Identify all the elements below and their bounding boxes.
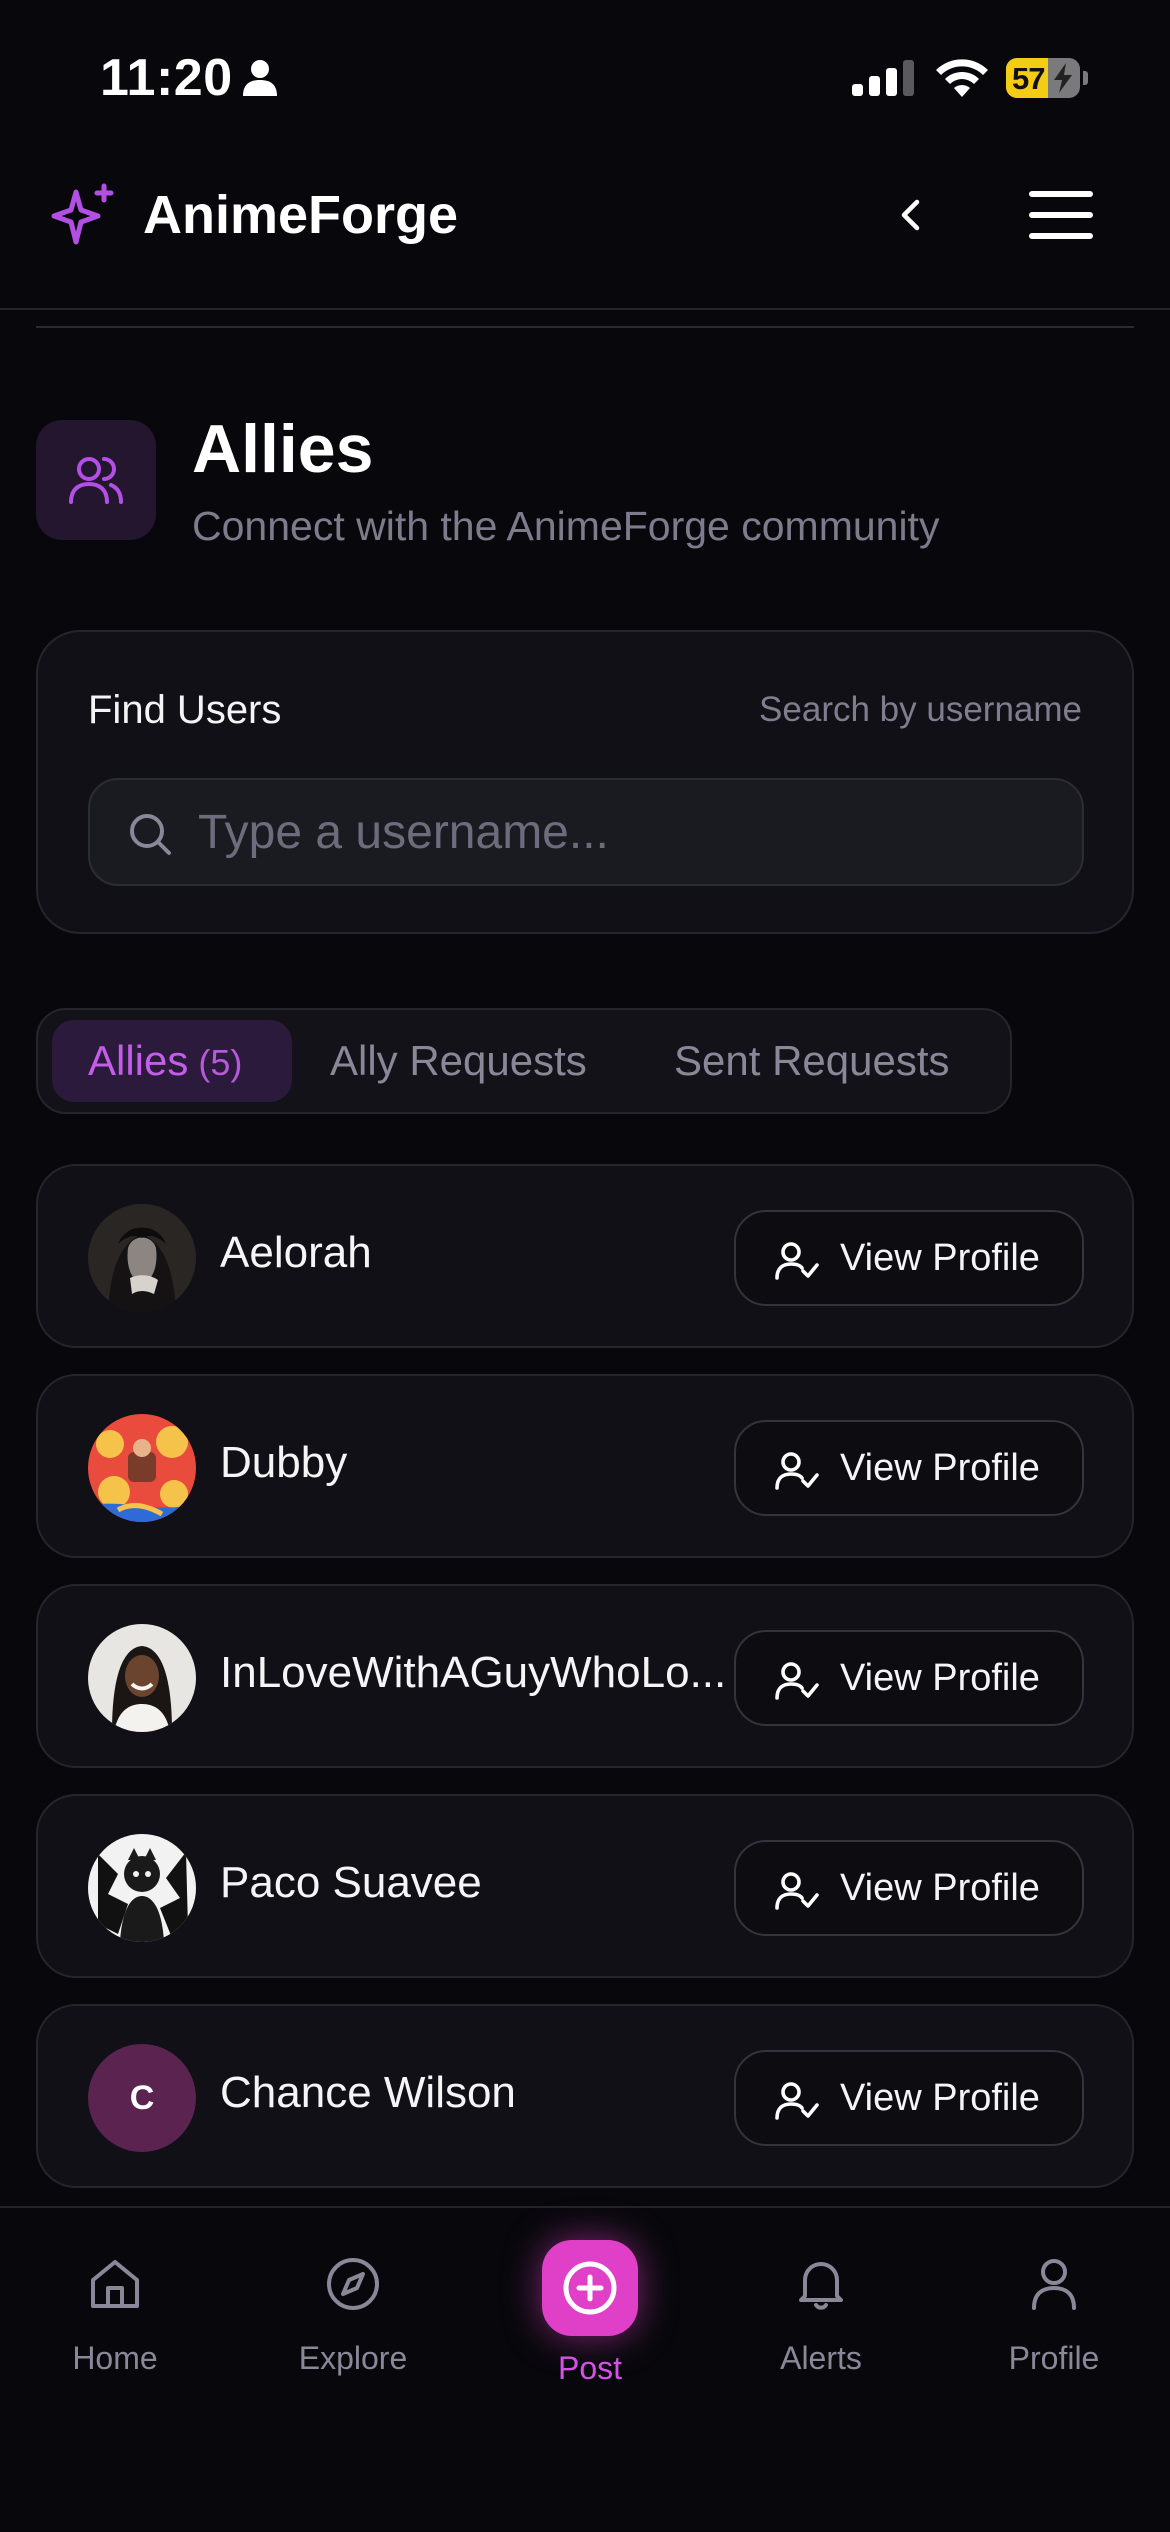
nav-home[interactable]: Home (25, 2254, 205, 2394)
tab-allies-count: (5) (198, 1042, 243, 1083)
hamburger-menu-icon[interactable] (1026, 180, 1096, 250)
view-profile-label: View Profile (840, 1867, 1040, 1909)
users-icon (69, 457, 123, 504)
nav-home-label: Home (72, 2340, 158, 2376)
view-profile-button[interactable]: View Profile (734, 1210, 1084, 1306)
user-check-icon (775, 1872, 819, 1910)
ally-name[interactable]: Chance Wilson (220, 2068, 740, 2118)
ally-tabs: Allies (5) Ally Requests Sent Requests (36, 1008, 1012, 1114)
person-icon (243, 60, 277, 96)
ally-list-item: Paco Suavee View Profile (36, 1794, 1134, 1978)
view-profile-label: View Profile (840, 1657, 1040, 1699)
avatar[interactable]: C (88, 2044, 196, 2152)
user-check-icon (775, 2082, 819, 2120)
avatar[interactable] (88, 1204, 196, 1312)
nav-explore-label: Explore (298, 2340, 408, 2376)
chevron-left-icon[interactable] (886, 190, 936, 240)
find-users-hint: Search by username (759, 690, 1082, 729)
search-icon (130, 814, 171, 855)
view-profile-button[interactable]: View Profile (734, 1420, 1084, 1516)
home-icon (91, 2260, 139, 2308)
view-profile-label: View Profile (840, 2077, 1040, 2119)
nav-profile[interactable]: Profile (964, 2254, 1144, 2394)
wifi-icon (936, 59, 988, 97)
compass-icon (327, 2258, 379, 2310)
nav-explore[interactable]: Explore (263, 2254, 443, 2394)
ally-name[interactable]: Dubby (220, 1438, 740, 1488)
ally-list-item: Dubby View Profile (36, 1374, 1134, 1558)
post-button[interactable] (542, 2240, 638, 2336)
sparkle-icon[interactable] (48, 180, 120, 252)
battery-indicator: 57 (1006, 58, 1088, 98)
view-profile-label: View Profile (840, 1237, 1040, 1279)
nav-profile-label: Profile (1008, 2340, 1100, 2376)
tab-ally-requests[interactable]: Ally Requests (330, 1020, 587, 1102)
username-search-input[interactable] (198, 780, 1058, 884)
status-time: 11:20 (100, 49, 233, 107)
avatar[interactable] (88, 1834, 196, 1942)
ally-name[interactable]: Aelorah (220, 1228, 740, 1278)
page-subtitle: Connect with the AnimeForge community (192, 503, 940, 549)
nav-alerts[interactable]: Alerts (731, 2254, 911, 2394)
ally-name[interactable]: Paco Suavee (220, 1858, 740, 1908)
avatar[interactable] (88, 1414, 196, 1522)
nav-post-label: Post (557, 2350, 623, 2386)
status-bar: 11:20 57 (0, 0, 1170, 150)
tab-allies-label: Allies (88, 1037, 189, 1084)
user-check-icon (775, 1662, 819, 1700)
ally-list-item: C Chance Wilson View Profile (36, 2004, 1134, 2188)
view-profile-label: View Profile (840, 1447, 1040, 1489)
app-header: AnimeForge (0, 150, 1170, 310)
ally-list-item: Aelorah View Profile (36, 1164, 1134, 1348)
nav-post[interactable]: Post (500, 2240, 680, 2394)
tab-sent-requests[interactable]: Sent Requests (674, 1020, 950, 1102)
plus-circle-icon (563, 2261, 617, 2315)
ally-name[interactable]: InLoveWithAGuyWhoLo... (220, 1648, 740, 1698)
page-title: Allies (192, 411, 374, 487)
bottom-navigation: Home Explore Post Alerts Profile (0, 2206, 1170, 2532)
battery-percent: 57 (1012, 61, 1045, 96)
charging-bolt-icon (1054, 63, 1072, 93)
page-icon-badge (36, 420, 156, 540)
view-profile-button[interactable]: View Profile (734, 1630, 1084, 1726)
avatar[interactable] (88, 1624, 196, 1732)
view-profile-button[interactable]: View Profile (734, 2050, 1084, 2146)
tab-allies[interactable]: Allies (5) (52, 1020, 292, 1102)
cellular-signal-icon (852, 60, 914, 96)
divider (36, 326, 1134, 328)
user-check-icon (775, 1452, 819, 1490)
app-title[interactable]: AnimeForge (143, 184, 458, 246)
ally-list-item: InLoveWithAGuyWhoLo... View Profile (36, 1584, 1134, 1768)
view-profile-button[interactable]: View Profile (734, 1840, 1084, 1936)
find-users-card: Find Users Search by username (36, 630, 1134, 934)
user-check-icon (775, 1242, 819, 1280)
search-box[interactable] (88, 778, 1084, 886)
find-users-label: Find Users (88, 688, 282, 732)
user-icon (1032, 2259, 1076, 2310)
bell-icon (799, 2262, 843, 2310)
nav-alerts-label: Alerts (780, 2340, 862, 2376)
